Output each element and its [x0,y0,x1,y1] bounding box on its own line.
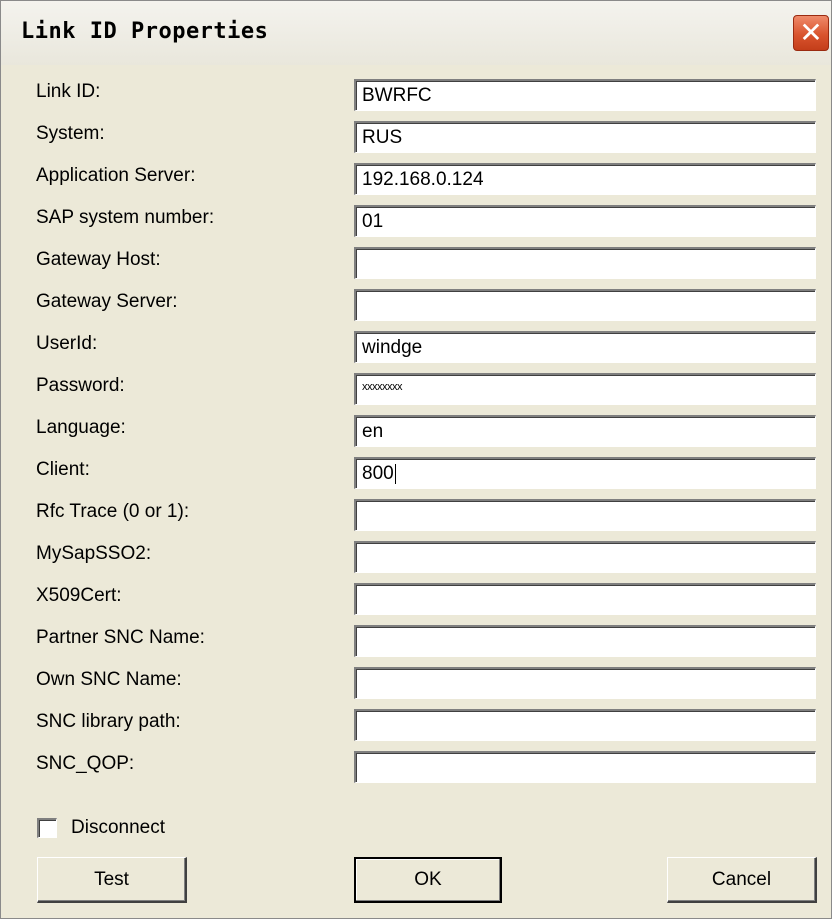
client-field[interactable]: 800 [354,457,816,489]
system-field[interactable]: RUS [354,121,816,153]
userid-field[interactable]: windge [354,331,816,363]
snc-library-path-field[interactable] [354,709,816,741]
password-field[interactable]: xxxxxxxx [354,373,816,405]
rfc-trace-label: Rfc Trace (0 or 1): [36,501,190,522]
application-server-field[interactable]: 192.168.0.124 [354,163,816,195]
own-snc-name-field[interactable] [354,667,816,699]
ok-button[interactable]: OK [354,857,502,903]
mysapsso2-label: MySapSSO2: [36,543,152,564]
text-caret [394,463,396,484]
password-label: Password: [36,375,125,396]
x509cert-label: X509Cert: [36,585,122,606]
title-bar[interactable]: Link ID Properties ✕ [1,1,831,65]
snc-qop-label: SNC_QOP: [36,753,135,774]
link-id-properties-dialog: Link ID Properties ✕ Link ID: BWRFC Syst… [0,0,832,919]
sap-system-number-field[interactable]: 01 [354,205,816,237]
sap-system-number-label: SAP system number: [36,207,215,228]
close-icon[interactable]: ✕ [793,15,829,51]
own-snc-name-label: Own SNC Name: [36,669,182,690]
system-label: System: [36,123,105,144]
snc-qop-field[interactable] [354,751,816,783]
window-title: Link ID Properties [21,19,269,44]
userid-label: UserId: [36,333,98,354]
partner-snc-name-label: Partner SNC Name: [36,627,205,648]
application-server-label: Application Server: [36,165,196,186]
link-id-label: Link ID: [36,81,101,102]
language-field[interactable]: en [354,415,816,447]
disconnect-label[interactable]: Disconnect [71,817,165,839]
gateway-server-field[interactable] [354,289,816,321]
rfc-trace-field[interactable] [354,499,816,531]
cancel-button[interactable]: Cancel [667,857,817,903]
snc-library-path-label: SNC library path: [36,711,181,732]
disconnect-checkbox[interactable] [37,818,57,838]
partner-snc-name-field[interactable] [354,625,816,657]
gateway-host-field[interactable] [354,247,816,279]
client-label: Client: [36,459,90,480]
test-button[interactable]: Test [37,857,187,903]
link-id-field[interactable]: BWRFC [354,79,816,111]
language-label: Language: [36,417,126,438]
client-field-value: 800 [362,463,394,484]
gateway-server-label: Gateway Server: [36,291,178,312]
disconnect-option[interactable]: Disconnect [37,817,165,839]
x509cert-field[interactable] [354,583,816,615]
mysapsso2-field[interactable] [354,541,816,573]
gateway-host-label: Gateway Host: [36,249,161,270]
